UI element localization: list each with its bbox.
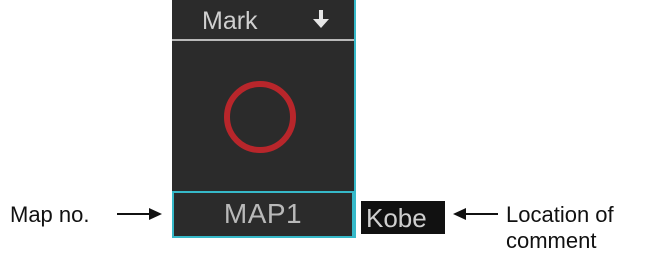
mark-header: Mark — [172, 0, 354, 41]
location-callout-line1: Location of — [506, 202, 614, 227]
map-no-callout-label: Map no. — [10, 202, 90, 227]
mark-panel: Mark MAP1 — [172, 0, 356, 238]
arrow-right-icon — [117, 206, 163, 227]
comment-box: Kobe — [361, 201, 445, 234]
arrow-down-icon[interactable] — [312, 10, 330, 30]
location-callout-line2: comment — [506, 228, 597, 253]
circle-mark-icon — [222, 79, 298, 160]
comment-text: Kobe — [366, 203, 427, 233]
mark-preview[interactable] — [172, 41, 354, 191]
arrow-left-icon — [452, 206, 498, 227]
map-no-field[interactable]: MAP1 — [172, 191, 354, 238]
map-no-value: MAP1 — [223, 198, 303, 229]
location-callout-label: Location of comment — [506, 202, 614, 254]
mark-title: Mark — [202, 7, 258, 35]
